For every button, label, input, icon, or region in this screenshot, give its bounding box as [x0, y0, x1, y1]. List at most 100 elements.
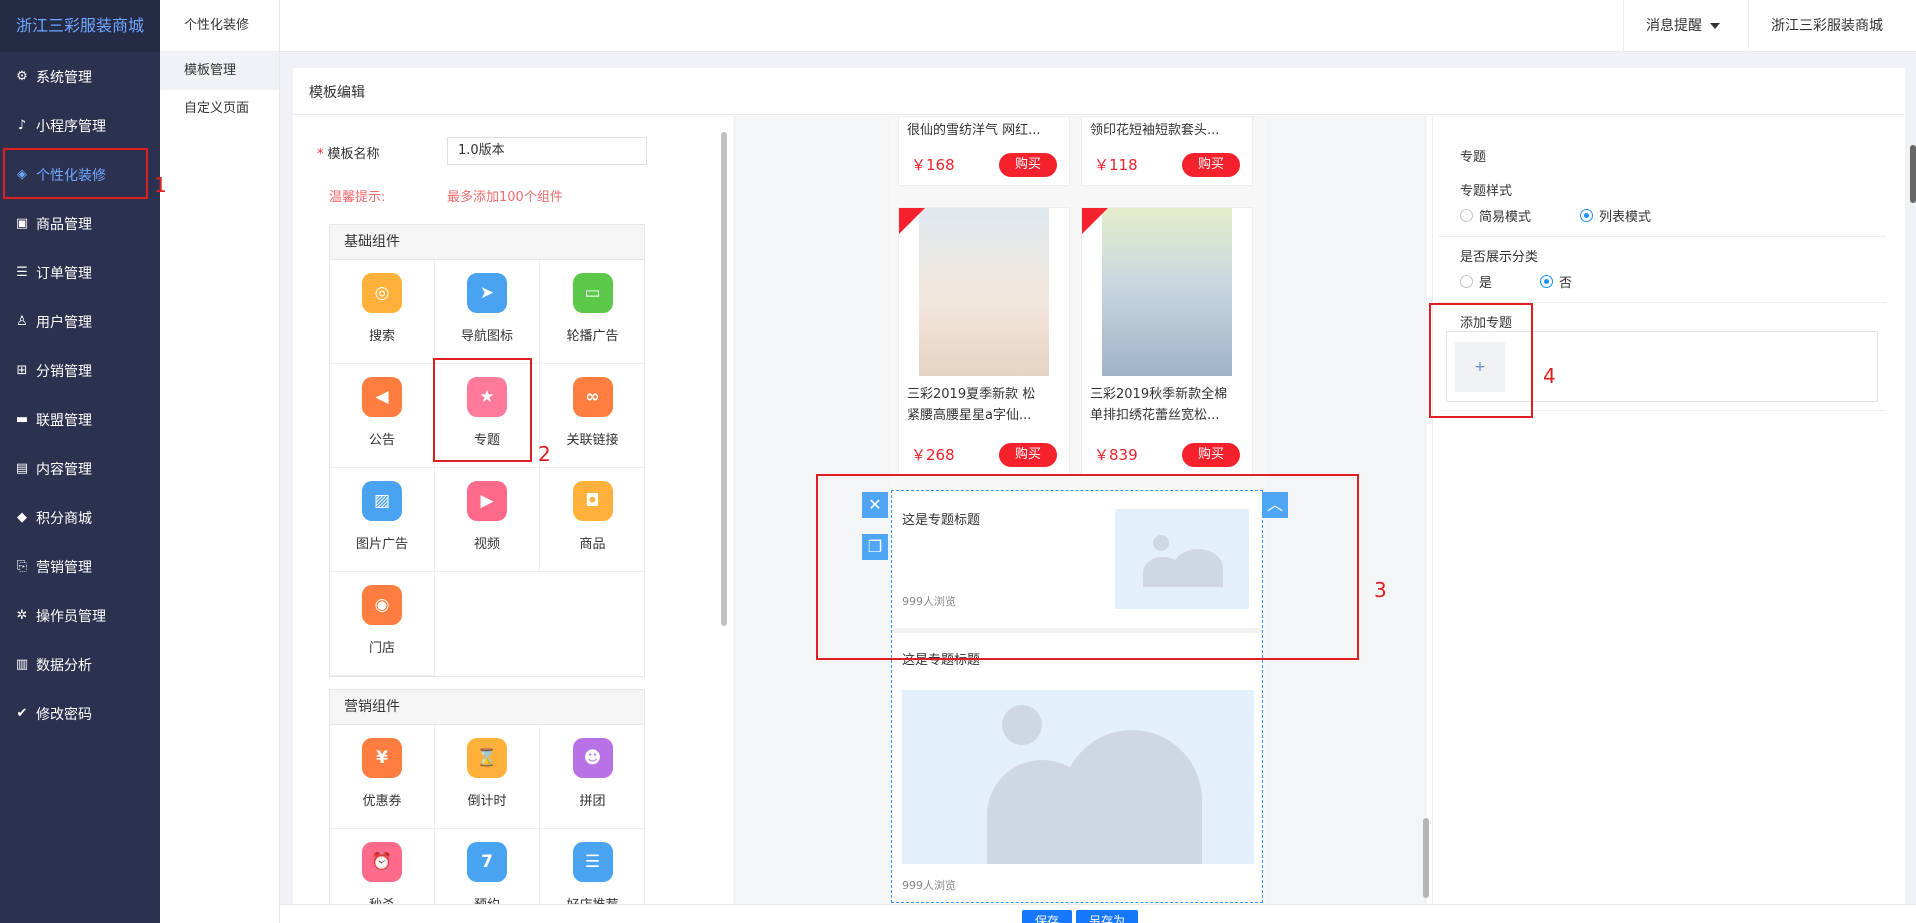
sidebar-item-orders[interactable]: ☰ 订单管理 [0, 248, 160, 297]
users-icon: ♙ [16, 314, 28, 329]
buy-button[interactable]: 购买 [1182, 443, 1240, 467]
product-name-line1: 三彩2019夏季新款 松 [907, 387, 1036, 402]
component-label: 轮播广告 [566, 329, 619, 344]
sidebar-item-label: 联盟管理 [36, 412, 92, 429]
content-icon: ▤ [15, 461, 29, 476]
settings-panel [1432, 116, 1892, 923]
component-icon: ☰ [572, 842, 613, 882]
component-icon: ▭ [572, 273, 613, 313]
top-header: 消息提醒 浙江三彩服装商城 [280, 0, 1916, 81]
component-list-scrollbar[interactable] [721, 132, 727, 626]
product-name-line1: 三彩2019秋季新款全棉 [1090, 387, 1228, 402]
settings-divider [1438, 236, 1886, 237]
sidebar-item-data-analysis[interactable]: ▥ 数据分析 [0, 640, 160, 689]
goods-icon: ▣ [15, 216, 29, 231]
radio-simple-mode[interactable]: 简易模式 [1460, 206, 1531, 225]
product-name-line2: 紧腰高腰星星a字仙... [907, 408, 1032, 423]
messages-dropdown[interactable]: 消息提醒 [1623, 0, 1742, 52]
component-label: 关联链接 [566, 433, 619, 448]
panel-title: 模板编辑 [309, 85, 365, 101]
annotation-number-1: 1 [154, 173, 167, 197]
sidebar: 浙江三彩服装商城 ⚙ 系统管理 ♪ 小程序管理 ◈ 个性化装修 ▣ 商品管理 ☰ 订单管理 ♙ 用户管… [0, 0, 160, 923]
buy-button[interactable]: 购买 [999, 443, 1057, 467]
template-name-input[interactable]: 1.0版本 [447, 137, 647, 165]
sidebar-item-operators[interactable]: ✲ 操作员管理 [0, 591, 160, 640]
product-card[interactable]: 很仙的雪纺洋气 网红... ￥168 购买 [898, 116, 1070, 186]
annotation-number-3: 3 [1374, 578, 1387, 602]
brand-title: 浙江三彩服装商城 [0, 0, 160, 52]
alliance-icon: ▬ [15, 412, 29, 427]
component-icon: ◀ [362, 377, 402, 417]
sidebar-item-label: 分销管理 [36, 363, 92, 380]
sidebar-item-change-password[interactable]: ✔ 修改密码 [0, 689, 160, 738]
radio-list-mode[interactable]: 列表模式 [1580, 206, 1651, 225]
component-basic-8[interactable]: ◘ 商品 [540, 468, 645, 572]
component-marketing-0[interactable]: ¥ 优惠券 [330, 725, 435, 829]
component-basic-1[interactable]: ➤ 导航图标 [435, 260, 540, 364]
sidebar-item-points-mall[interactable]: ◆ 积分商城 [0, 493, 160, 542]
annotation-box-3 [816, 474, 1359, 660]
component-icon: ⏰ [362, 842, 402, 882]
radio-dot [1460, 275, 1473, 288]
product-name: 很仙的雪纺洋气 网红... [907, 123, 1041, 138]
component-icon: 7 [467, 842, 507, 882]
template-name-label-text: 模板名称 [327, 147, 380, 162]
sidebar-item-alliance[interactable]: ▬ 联盟管理 [0, 395, 160, 444]
subnav-item-template-management[interactable]: 模板管理 [160, 52, 279, 90]
radio-dot [1460, 209, 1473, 222]
save-as-button[interactable]: 另存为 [1076, 910, 1138, 923]
placeholder-sun [1002, 705, 1042, 745]
sidebar-item-goods[interactable]: ▣ 商品管理 [0, 199, 160, 248]
sidebar-item-system[interactable]: ⚙ 系统管理 [0, 52, 160, 101]
sidebar-item-label: 小程序管理 [36, 118, 106, 135]
marketing-components-grid: ¥优惠券⌛倒计时☻拼团⏰秒杀7预约☰好店推荐 [330, 725, 644, 923]
operators-icon: ✲ [16, 608, 28, 623]
basic-components-grid: ◎ 搜索 ➤ 导航图标 ▭ 轮播广告 ◀ 公告 ★ 专题 ∞ 关联链接 ▨ 图片广告 ▶ 视频 ◘ 商品 ◉ 门店 [330, 260, 645, 676]
tip-label: 温馨提示: [329, 190, 386, 205]
chevron-down-icon [1710, 23, 1720, 29]
product-price: ￥168 [911, 156, 955, 174]
required-mark: * [317, 147, 324, 162]
sidebar-item-mini-program[interactable]: ♪ 小程序管理 [0, 101, 160, 150]
buy-button[interactable]: 购买 [999, 153, 1057, 177]
distribution-icon: ⊞ [16, 363, 28, 378]
sidebar-item-users[interactable]: ♙ 用户管理 [0, 297, 160, 346]
sidebar-item-label: 修改密码 [36, 706, 92, 723]
account-dropdown[interactable]: 浙江三彩服装商城 [1748, 0, 1916, 81]
sidebar-item-content[interactable]: ▤ 内容管理 [0, 444, 160, 493]
subnav-title: 个性化装修 [160, 0, 279, 52]
page-scroll-handle[interactable] [1910, 145, 1916, 203]
sidebar-item-label: 用户管理 [36, 314, 92, 331]
product-card[interactable]: 三彩2019秋季新款全棉 单排扣绣花蕾丝宽松... ￥839 购买 [1081, 207, 1253, 475]
sidebar-item-distribution[interactable]: ⊞ 分销管理 [0, 346, 160, 395]
save-button[interactable]: 保存 [1022, 910, 1072, 923]
component-label: 视频 [473, 537, 500, 552]
product-price: ￥268 [911, 446, 955, 464]
product-price: ￥118 [1094, 156, 1138, 174]
annotation-box-4 [1429, 303, 1533, 418]
sidebar-item-marketing[interactable]: ⎘ 营销管理 [0, 542, 160, 591]
component-basic-3[interactable]: ◀ 公告 [330, 364, 435, 468]
component-basic-5[interactable]: ∞ 关联链接 [540, 364, 645, 468]
annotation-number-4: 4 [1543, 364, 1556, 388]
component-icon: ☻ [572, 738, 613, 778]
preview-scrollbar[interactable] [1423, 818, 1429, 898]
component-icon: ▶ [467, 481, 507, 521]
component-basic-9[interactable]: ◉ 门店 [330, 572, 435, 676]
component-basic-0[interactable]: ◎ 搜索 [330, 260, 435, 364]
mini-program-icon: ♪ [17, 118, 27, 133]
product-card[interactable]: 领印花短袖短款套头... ￥118 购买 [1081, 116, 1253, 186]
radio-category-yes[interactable]: 是 [1460, 272, 1492, 291]
radio-category-no[interactable]: 否 [1540, 272, 1572, 291]
subnav-item-custom-page[interactable]: 自定义页面 [160, 90, 279, 128]
component-icon: ◎ [362, 273, 402, 313]
component-marketing-2[interactable]: ☻ 拼团 [540, 725, 644, 829]
component-basic-6[interactable]: ▨ 图片广告 [330, 468, 435, 572]
component-basic-2[interactable]: ▭ 轮播广告 [540, 260, 645, 364]
component-basic-7[interactable]: ▶ 视频 [435, 468, 540, 572]
sidebar-item-label: 内容管理 [36, 461, 92, 478]
component-label: 商品 [579, 537, 606, 552]
component-marketing-1[interactable]: ⌛ 倒计时 [435, 725, 540, 829]
buy-button[interactable]: 购买 [1182, 153, 1240, 177]
product-card[interactable]: 三彩2019夏季新款 松 紧腰高腰星星a字仙... ￥268 购买 [898, 207, 1070, 475]
